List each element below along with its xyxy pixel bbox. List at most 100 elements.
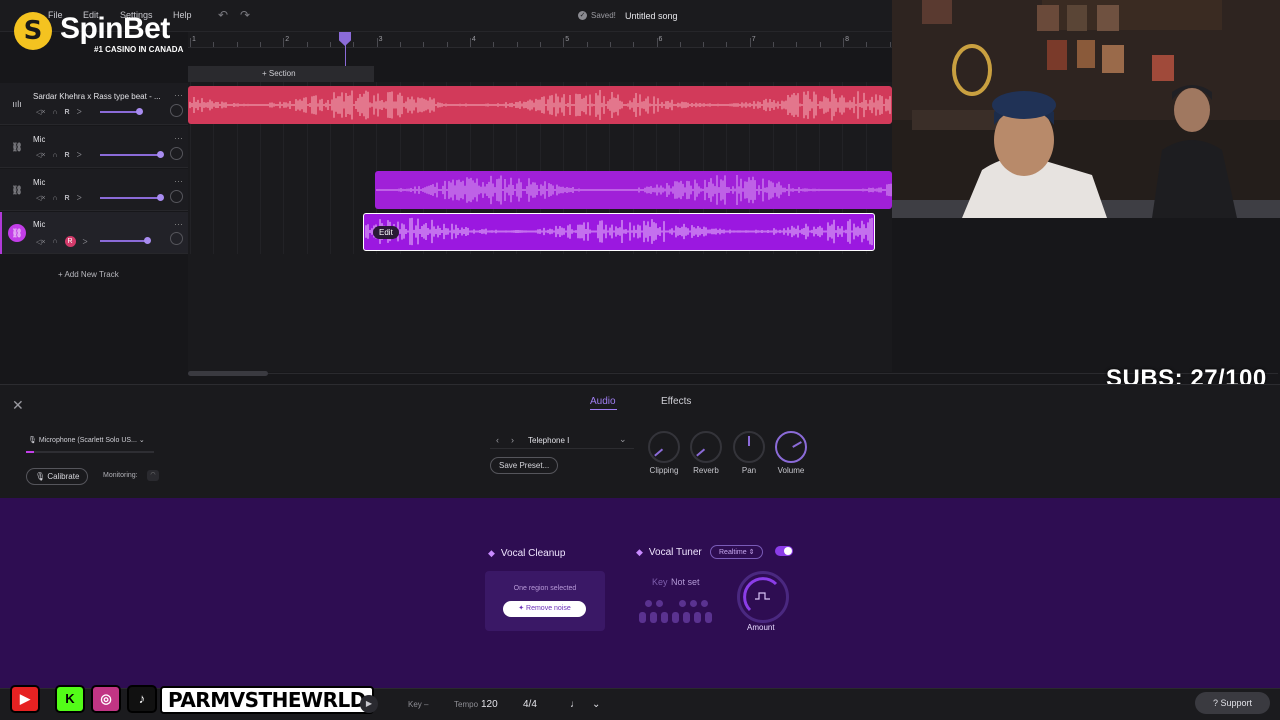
pan-knob[interactable] — [170, 190, 183, 203]
piano-key-white[interactable] — [661, 612, 668, 623]
track-controls: ◁× ∩ R ᐳ — [36, 194, 82, 203]
metronome-icon[interactable]: ♩ — [570, 699, 580, 710]
piano-key-white[interactable] — [694, 612, 701, 623]
ruler-number: 3 — [378, 36, 383, 43]
redo-icon[interactable]: ↷ — [240, 8, 250, 22]
time-signature[interactable]: 4/4 — [523, 699, 537, 710]
track-header-mic-2[interactable] — [0, 169, 188, 211]
piano-key-white[interactable] — [650, 612, 657, 623]
record-arm-button[interactable]: R — [65, 195, 70, 202]
volume-knob[interactable] — [775, 431, 807, 463]
spinbet-logo-mark: S — [14, 12, 52, 50]
mic-audio-clip[interactable] — [375, 171, 892, 209]
vocal-tools-panel — [0, 498, 1280, 688]
headphones-icon[interactable]: ∩ — [52, 152, 57, 159]
ruler-number: 6 — [658, 36, 663, 43]
close-icon[interactable]: ✕ — [12, 397, 24, 414]
add-section-button[interactable]: + Section — [262, 69, 296, 78]
piano-key-black[interactable] — [656, 600, 663, 607]
ruler-tick — [399, 42, 401, 47]
selected-audio-clip[interactable] — [363, 213, 875, 251]
fx-icon[interactable]: ᐳ — [83, 238, 88, 246]
track-name[interactable]: Mic — [33, 178, 45, 187]
tuner-mode-select[interactable]: Realtime ⇕ — [710, 545, 764, 559]
volume-slider-handle[interactable] — [157, 151, 164, 158]
tempo-value[interactable]: 120 — [481, 699, 498, 710]
fx-icon[interactable]: ᐳ — [77, 194, 82, 202]
track-controls: ◁× ∩ R ᐳ — [36, 236, 88, 247]
more-options-icon[interactable]: ··· — [174, 133, 183, 143]
instagram-icon: ◎ — [91, 685, 121, 713]
pan-knob[interactable] — [733, 431, 765, 463]
pan-knob[interactable] — [170, 147, 183, 160]
mute-icon[interactable]: ◁× — [36, 108, 45, 116]
play-button[interactable]: ▶ — [360, 695, 378, 713]
volume-slider[interactable] — [100, 111, 140, 113]
monitoring-toggle[interactable]: ◠ — [147, 470, 159, 481]
mute-icon[interactable]: ◁× — [36, 238, 45, 246]
track-header-beat[interactable] — [0, 83, 188, 125]
reverb-knob[interactable] — [690, 431, 722, 463]
mute-icon[interactable]: ◁× — [36, 194, 45, 202]
piano-key-black[interactable] — [690, 600, 697, 607]
volume-slider[interactable] — [100, 197, 160, 199]
headphones-icon[interactable]: ∩ — [52, 238, 57, 245]
track-controls: ◁× ∩ R ᐳ — [36, 151, 82, 160]
remove-noise-button[interactable]: ✦ Remove noise — [503, 601, 586, 617]
piano-key-white[interactable] — [705, 612, 712, 623]
chevron-down-icon[interactable]: ⌄ — [592, 699, 600, 710]
fx-icon[interactable]: ᐳ — [77, 108, 82, 116]
more-options-icon[interactable]: ··· — [174, 176, 183, 186]
track-header-mic-3[interactable] — [0, 212, 188, 254]
volume-slider[interactable] — [100, 154, 160, 156]
piano-key-black[interactable] — [679, 600, 686, 607]
clip-edit-button[interactable]: Edit — [373, 226, 399, 239]
tab-effects[interactable]: Effects — [661, 396, 691, 407]
song-title[interactable]: Untitled song — [625, 11, 678, 21]
piano-key-black[interactable] — [645, 600, 652, 607]
clipping-knob[interactable] — [648, 431, 680, 463]
headphones-icon[interactable]: ∩ — [52, 109, 57, 116]
pan-knob[interactable] — [170, 232, 183, 245]
piano-key-white[interactable] — [639, 612, 646, 623]
headphones-icon[interactable]: ∩ — [52, 195, 57, 202]
volume-slider[interactable] — [100, 240, 147, 242]
track-name[interactable]: Mic — [33, 135, 45, 144]
volume-slider-handle[interactable] — [157, 194, 164, 201]
track-name[interactable]: Sardar Khehra x Rass type beat - ... — [33, 92, 161, 101]
add-new-track-button[interactable]: + Add New Track — [58, 270, 119, 279]
pan-knob[interactable] — [170, 104, 183, 117]
piano-key-black[interactable] — [701, 600, 708, 607]
preset-name[interactable]: Telephone I — [528, 436, 569, 445]
key-value[interactable]: Not set — [671, 577, 700, 587]
microphone-select[interactable]: 🎙 Microphone (Scarlett Solo US... ⌄ — [28, 436, 145, 444]
undo-icon[interactable]: ↶ — [218, 8, 228, 22]
record-arm-button[interactable]: R — [65, 152, 70, 159]
calibrate-button[interactable]: 🎙 Calibrate — [26, 468, 89, 485]
fx-icon[interactable]: ᐳ — [77, 151, 82, 159]
volume-slider-handle[interactable] — [136, 108, 143, 115]
next-preset-icon[interactable]: › — [511, 435, 514, 445]
piano-key-white[interactable] — [683, 612, 690, 623]
mic-waveform — [376, 175, 892, 205]
chevron-down-icon[interactable]: ⌄ — [619, 434, 627, 445]
amount-knob[interactable] — [737, 571, 789, 623]
record-arm-button[interactable]: R — [64, 236, 76, 247]
track-header-mic-1[interactable] — [0, 126, 188, 168]
volume-slider-handle[interactable] — [144, 237, 151, 244]
track-name[interactable]: Mic — [33, 220, 45, 229]
save-preset-button[interactable]: Save Preset... — [490, 457, 559, 474]
previous-preset-icon[interactable]: ‹ — [496, 435, 499, 445]
support-button[interactable]: ? Support — [1195, 692, 1270, 714]
key-value[interactable]: – — [424, 700, 428, 709]
tab-audio[interactable]: Audio — [590, 396, 616, 407]
record-arm-button[interactable]: R — [65, 109, 70, 116]
more-options-icon[interactable]: ··· — [174, 90, 183, 100]
piano-key-white[interactable] — [672, 612, 679, 623]
mute-icon[interactable]: ◁× — [36, 151, 45, 159]
mic-icon: 🎙 — [28, 437, 39, 444]
beat-audio-clip[interactable] — [188, 86, 892, 124]
horizontal-scrollbar[interactable] — [188, 371, 268, 376]
ruler-tick — [726, 42, 728, 47]
more-options-icon[interactable]: ··· — [174, 219, 183, 229]
